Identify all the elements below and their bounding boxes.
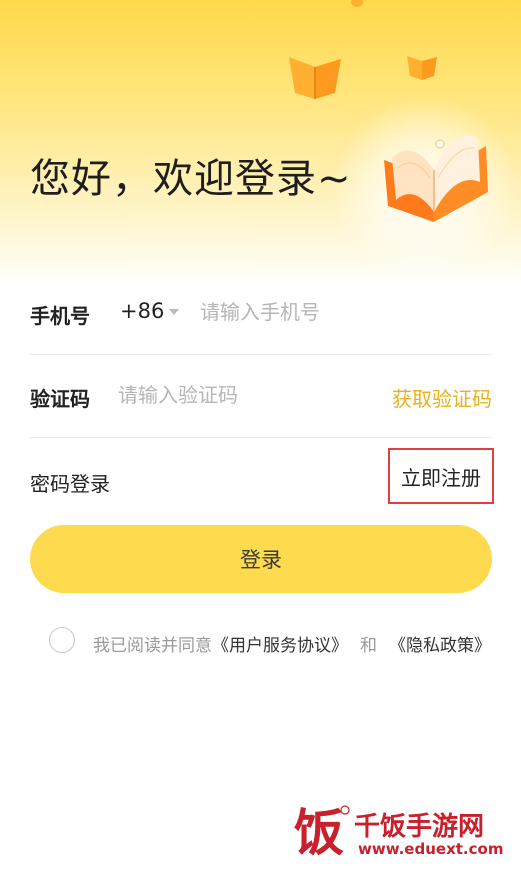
- register-link[interactable]: 立即注册: [388, 448, 494, 504]
- chevron-down-icon[interactable]: [169, 309, 179, 315]
- watermark-url: www.eduext.com: [358, 840, 504, 858]
- hero-banner: 您好，欢迎登录~: [0, 0, 521, 290]
- phone-label: 手机号: [30, 304, 90, 328]
- watermark-title: 千饭手游网: [354, 812, 485, 842]
- get-code-button[interactable]: 获取验证码: [392, 383, 492, 412]
- code-row: 验证码 获取验证码: [30, 355, 492, 438]
- privacy-policy-link[interactable]: 《隐私政策》: [389, 636, 491, 656]
- open-book-icon: [384, 135, 488, 222]
- agreement-checkbox[interactable]: [49, 627, 75, 653]
- country-code-selector[interactable]: +86: [120, 299, 164, 323]
- user-agreement-link[interactable]: 《用户服务协议》: [212, 636, 348, 656]
- phone-row: 手机号 +86: [30, 272, 492, 355]
- watermark-logo-icon: 饭: [294, 804, 350, 862]
- login-button[interactable]: 登录: [30, 525, 492, 593]
- tiny-book-icon: [407, 56, 437, 80]
- welcome-title: 您好，欢迎登录~: [30, 156, 352, 202]
- watermark-logo-char: 饭: [294, 804, 344, 862]
- agreement-and: 和: [360, 636, 377, 656]
- floating-dot-icon: [351, 0, 363, 7]
- code-label: 验证码: [30, 387, 90, 411]
- watermark: 饭 千饭手游网 www.eduext.com: [290, 800, 510, 864]
- agreement-prefix: 我已阅读并同意: [93, 636, 212, 656]
- password-login-link[interactable]: 密码登录: [30, 468, 110, 497]
- agreement-text: 我已阅读并同意《用户服务协议》和《隐私政策》: [93, 631, 491, 656]
- small-book-icon: [289, 57, 341, 99]
- phone-input[interactable]: [200, 294, 490, 330]
- verification-code-input[interactable]: [118, 377, 368, 413]
